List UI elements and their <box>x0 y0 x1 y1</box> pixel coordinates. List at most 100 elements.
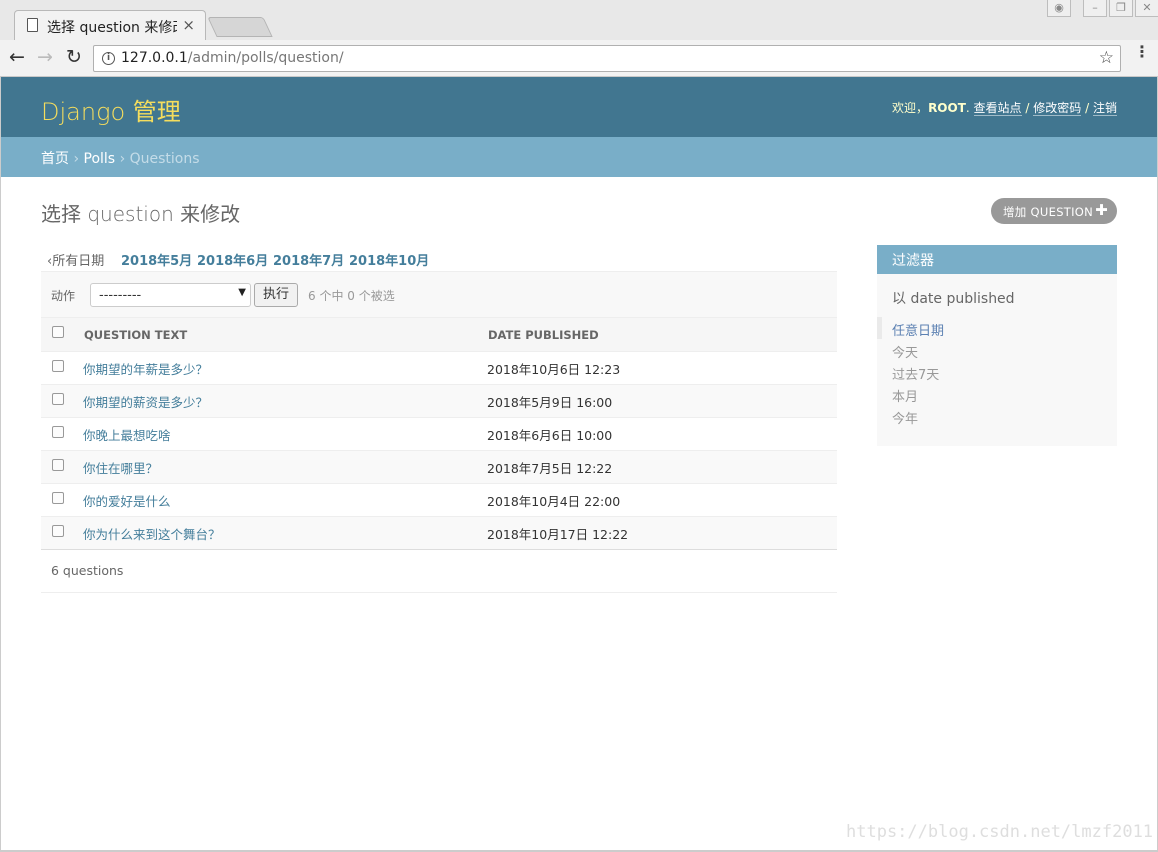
site-branding[interactable]: Django 管理 <box>41 92 181 127</box>
filter-subtitle: 以 date published <box>892 291 1015 307</box>
view-site-link[interactable]: 查看站点 <box>973 101 1022 116</box>
selection-counter: 6 个中 0 个被选 <box>308 289 395 303</box>
dropdown-arrow-icon: ▼ <box>238 287 246 298</box>
question-cell: 你晚上最想吃啥 <box>83 417 487 451</box>
welcome-text: 欢迎， <box>892 101 929 115</box>
reload-icon[interactable]: ↻ <box>66 46 82 68</box>
filter-option[interactable]: 过去7天 <box>877 361 1117 383</box>
close-window-button[interactable]: ✕ <box>1135 0 1158 17</box>
url-path: /admin/polls/question/ <box>187 50 344 66</box>
admin-header: Django 管理 欢迎，ROOT. 查看站点 / 修改密码 / 注销 <box>1 77 1157 137</box>
change-password-link[interactable]: 修改密码 <box>1033 101 1082 116</box>
minimize-button[interactable]: – <box>1083 0 1107 17</box>
breadcrumb-current: Questions <box>129 151 200 167</box>
question-link[interactable]: 你期望的年薪是多少？ <box>83 362 208 377</box>
separator: . <box>965 101 970 115</box>
date-month-link[interactable]: 2018年6月 <box>197 254 268 269</box>
date-cell: 2018年10月6日 12:23 <box>487 351 837 385</box>
browser-menu-icon[interactable]: ⋮ <box>1134 44 1150 60</box>
date-cell: 2018年7月5日 12:22 <box>487 450 837 484</box>
bookmark-star-icon[interactable]: ☆ <box>1099 48 1114 68</box>
question-link[interactable]: 你期望的薪资是多少？ <box>83 395 208 410</box>
username: ROOT <box>928 101 966 115</box>
table-row: 你期望的年薪是多少？ 2018年10月6日 12:23 <box>41 351 837 385</box>
url-host: 127.0.0.1 <box>121 50 188 66</box>
results-table: QUESTION TEXT DATE PUBLISHED 你期望的年薪是多少？ … <box>41 317 837 550</box>
table-row: 你住在哪里？ 2018年7月5日 12:22 <box>41 450 837 484</box>
page-title: 选择 question 来修改 <box>41 202 241 226</box>
date-month-link[interactable]: 2018年5月 <box>121 254 192 269</box>
action-select[interactable]: --------- ▼ <box>90 283 251 307</box>
action-select-value: --------- <box>99 288 142 303</box>
date-cell: 2018年6月6日 10:00 <box>487 417 837 451</box>
date-month-link[interactable]: 2018年10月 <box>349 254 429 269</box>
question-cell: 你住在哪里？ <box>83 450 487 484</box>
question-link[interactable]: 你为什么来到这个舞台？ <box>83 527 221 542</box>
separator: / <box>1025 101 1030 115</box>
breadcrumb-app[interactable]: Polls <box>84 151 116 167</box>
date-cell: 2018年5月9日 16:00 <box>487 384 837 418</box>
address-bar[interactable]: i 127.0.0.1/admin/polls/question/ ☆ <box>93 45 1121 72</box>
breadcrumb-home[interactable]: 首页 <box>41 151 69 167</box>
profile-icon[interactable]: ◉ <box>1047 0 1071 17</box>
question-link[interactable]: 你住在哪里？ <box>83 461 158 476</box>
separator: / <box>1085 101 1090 115</box>
question-link[interactable]: 你晚上最想吃啥 <box>83 428 171 443</box>
tab-title: 选择 question 来修改 <box>47 20 177 36</box>
new-tab-button[interactable] <box>207 17 273 37</box>
plus-icon: ✚ <box>1095 201 1108 219</box>
add-question-button[interactable]: 增加 QUESTION ✚ <box>991 198 1117 224</box>
logout-link[interactable]: 注销 <box>1092 101 1117 116</box>
table-row: 你为什么来到这个舞台？ 2018年10月17日 12:22 <box>41 516 837 550</box>
column-header-date-published[interactable]: DATE PUBLISHED <box>487 317 837 352</box>
add-question-label: 增加 QUESTION <box>1003 205 1094 219</box>
filter-options: 任意日期 今天 过去7天 本月 今年 <box>877 317 1117 427</box>
select-all-cell <box>41 317 83 352</box>
table-row: 你期望的薪资是多少？ 2018年5月9日 16:00 <box>41 384 837 418</box>
date-cell: 2018年10月17日 12:22 <box>487 516 837 550</box>
changelist-filter: 过滤器 以 date published 任意日期 今天 过去7天 本月 今年 <box>877 245 1117 446</box>
actions-bar: 动作 --------- ▼ 执行 6 个中 0 个被选 <box>41 272 837 317</box>
row-checkbox-cell <box>41 516 83 550</box>
filter-option[interactable]: 今年 <box>877 405 1117 427</box>
question-cell: 你为什么来到这个舞台？ <box>83 516 487 550</box>
row-checkbox[interactable] <box>52 360 64 372</box>
row-checkbox-cell <box>41 483 83 517</box>
filter-option[interactable]: 本月 <box>877 383 1117 405</box>
page-icon <box>27 18 38 32</box>
question-link[interactable]: 你的爱好是什么 <box>83 494 171 509</box>
action-label: 动作 <box>51 289 76 303</box>
watermark: https://blog.csdn.net/lmzf2011 <box>846 822 1154 842</box>
breadcrumb-separator: › <box>73 151 80 167</box>
select-all-checkbox[interactable] <box>52 326 64 338</box>
row-checkbox-cell <box>41 417 83 451</box>
row-checkbox[interactable] <box>52 492 64 504</box>
forward-icon[interactable]: → <box>37 46 53 68</box>
breadcrumb: 首页 › Polls › Questions <box>1 137 1157 177</box>
row-checkbox[interactable] <box>52 525 64 537</box>
filter-option[interactable]: 任意日期 <box>877 317 1117 339</box>
maximize-button[interactable]: ❐ <box>1109 0 1133 17</box>
date-month-link[interactable]: 2018年7月 <box>273 254 344 269</box>
row-checkbox[interactable] <box>52 426 64 438</box>
close-tab-icon[interactable]: × <box>182 16 195 34</box>
column-header-question-text[interactable]: QUESTION TEXT <box>83 317 487 352</box>
back-icon[interactable]: ← <box>9 46 25 68</box>
info-icon[interactable]: i <box>102 52 115 65</box>
date-all-link[interactable]: ‹所有日期 <box>47 250 104 269</box>
run-action-button[interactable]: 执行 <box>254 283 298 307</box>
row-checkbox-cell <box>41 351 83 385</box>
row-checkbox[interactable] <box>52 393 64 405</box>
table-row: 你晚上最想吃啥 2018年6月6日 10:00 <box>41 417 837 451</box>
date-hierarchy: ‹所有日期 2018年5月 2018年6月 2018年7月 2018年10月 <box>41 250 837 272</box>
filter-option[interactable]: 今天 <box>877 339 1117 361</box>
row-checkbox[interactable] <box>52 459 64 471</box>
breadcrumb-separator: › <box>119 151 126 167</box>
date-cell: 2018年10月4日 22:00 <box>487 483 837 517</box>
table-row: 你的爱好是什么 2018年10月4日 22:00 <box>41 483 837 517</box>
question-cell: 你期望的薪资是多少？ <box>83 384 487 418</box>
browser-chrome: 选择 question 来修改 × ◉ – ❐ ✕ ← → ↻ i 127.0.… <box>0 0 1158 77</box>
tab-strip: 选择 question 来修改 × ◉ – ❐ ✕ <box>0 0 1158 40</box>
user-tools: 欢迎，ROOT. 查看站点 / 修改密码 / 注销 <box>892 99 1117 116</box>
browser-tab[interactable]: 选择 question 来修改 × <box>14 10 206 40</box>
